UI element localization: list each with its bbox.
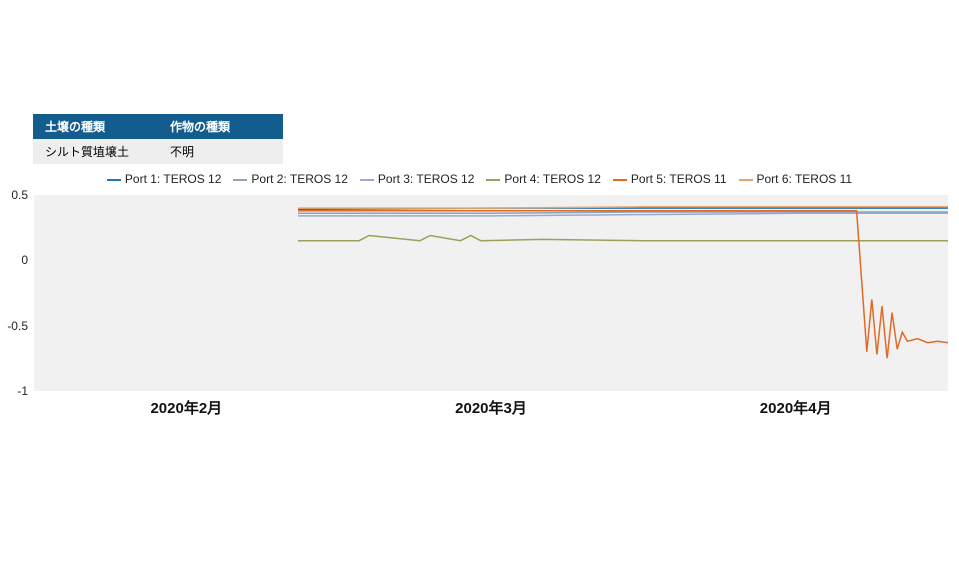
legend-label: Port 5: TEROS 11 [631, 172, 727, 186]
td-soil: シルト質埴壌土 [33, 139, 158, 164]
legend-label: Port 1: TEROS 12 [125, 172, 222, 186]
y-tick-label: -0.5 [7, 319, 28, 333]
chart-plot-area [34, 195, 948, 391]
legend-label: Port 6: TEROS 11 [757, 172, 853, 186]
legend-swatch [360, 179, 374, 181]
series-line [298, 236, 948, 241]
y-tick-label: 0.5 [11, 188, 28, 202]
y-axis: 0.50-0.5-1 [0, 195, 34, 391]
legend-item: Port 3: TEROS 12 [360, 172, 475, 186]
th-crop: 作物の種類 [158, 114, 283, 139]
legend-item: Port 6: TEROS 11 [739, 172, 853, 186]
legend-item: Port 5: TEROS 11 [613, 172, 727, 186]
td-crop: 不明 [158, 139, 283, 164]
legend-label: Port 4: TEROS 12 [504, 172, 601, 186]
y-tick-label: -1 [17, 384, 28, 398]
legend-swatch [613, 179, 627, 181]
legend-swatch [107, 179, 121, 181]
legend-label: Port 2: TEROS 12 [251, 172, 348, 186]
series-line [298, 211, 948, 359]
legend-item: Port 2: TEROS 12 [233, 172, 348, 186]
legend-item: Port 4: TEROS 12 [486, 172, 601, 186]
legend-label: Port 3: TEROS 12 [378, 172, 475, 186]
legend-item: Port 1: TEROS 12 [107, 172, 222, 186]
legend-swatch [739, 179, 753, 181]
th-soil: 土壌の種類 [33, 114, 158, 139]
x-tick-label: 2020年2月 [150, 397, 222, 418]
y-tick-label: 0 [21, 253, 28, 267]
soil-info-table: 土壌の種類 作物の種類 シルト質埴壌土 不明 [33, 114, 283, 164]
legend-swatch [486, 179, 500, 181]
line-chart-svg [34, 195, 948, 391]
x-tick-label: 2020年3月 [455, 397, 527, 418]
chart-legend: Port 1: TEROS 12 Port 2: TEROS 12 Port 3: … [0, 172, 959, 186]
legend-swatch [233, 179, 247, 181]
x-axis: 2020年2月 2020年3月 2020年4月 [34, 391, 948, 421]
x-tick-label: 2020年4月 [760, 397, 832, 418]
